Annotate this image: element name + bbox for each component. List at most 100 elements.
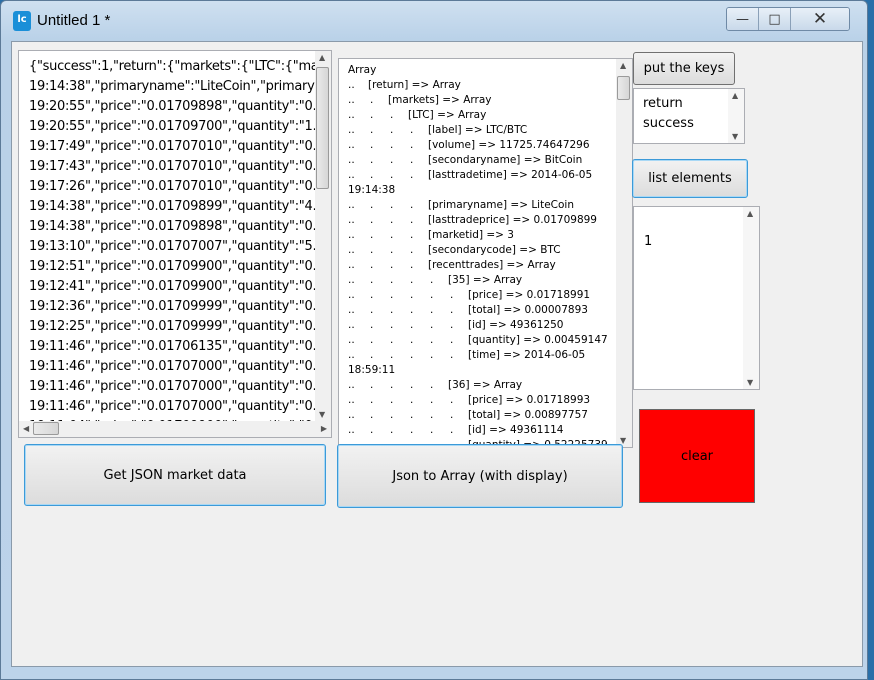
indent-dots: .: [430, 424, 434, 436]
indent-dots: .: [450, 349, 454, 361]
array-line: [quantity] => 0.00459147: [468, 334, 608, 346]
scroll-down-icon[interactable]: ▼: [732, 132, 738, 141]
indent-dots: ..: [348, 79, 355, 91]
title-bar[interactable]: lc Untitled 1 * — □ ✕: [1, 1, 869, 39]
maximize-button[interactable]: □: [759, 8, 791, 30]
indent-dots: .: [450, 394, 454, 406]
array-line: 19:14:38: [348, 184, 396, 196]
indent-dots: ..: [348, 304, 355, 316]
indent-dots: .: [370, 394, 374, 406]
scroll-down-icon[interactable]: ▼: [747, 378, 753, 387]
array-line: [volume] => 11725.74647296: [428, 139, 590, 151]
indent-dots: .: [430, 289, 434, 301]
indent-dots: .: [410, 199, 414, 211]
json-horizontal-scrollbar[interactable]: ◀ ▶: [19, 421, 331, 437]
json-line: 19:17:43","price":"0.01707010","quantity…: [29, 159, 319, 174]
indent-dots: .: [430, 319, 434, 331]
indent-dots: .: [390, 139, 394, 151]
indent-dots: .: [390, 214, 394, 226]
get-json-market-data-button[interactable]: Get JSON market data: [24, 444, 326, 506]
array-line: Array: [348, 64, 377, 76]
indent-dots: ..: [348, 319, 355, 331]
keys-list-field[interactable]: return success ▲ ▼: [633, 88, 745, 144]
scroll-thumb[interactable]: [316, 67, 329, 189]
indent-dots: .: [390, 289, 394, 301]
elements-scrollbar[interactable]: ▲ ▼: [743, 207, 759, 389]
indent-dots: .: [390, 199, 394, 211]
scroll-up-icon[interactable]: ▲: [747, 209, 753, 218]
indent-dots: .: [370, 289, 374, 301]
array-vertical-scrollbar[interactable]: ▲ ▼: [616, 59, 632, 447]
array-line: [id] => 49361250: [468, 319, 564, 331]
indent-dots: ..: [348, 334, 355, 346]
indent-dots: .: [430, 274, 434, 286]
scroll-up-icon[interactable]: ▲: [732, 91, 738, 100]
json-line: 19:11:46","price":"0.01707000","quantity…: [29, 399, 319, 414]
array-line: [lasttradetime] => 2014-06-05: [428, 169, 593, 181]
scroll-right-icon[interactable]: ▶: [321, 424, 327, 433]
indent-dots: ..: [348, 139, 355, 151]
indent-dots: .: [370, 349, 374, 361]
json-line: 19:20:55","price":"0.01709898","quantity…: [29, 99, 319, 114]
indent-dots: ..: [348, 379, 355, 391]
close-button[interactable]: ✕: [791, 8, 849, 30]
clear-button[interactable]: clear: [639, 409, 755, 503]
put-the-keys-button[interactable]: put the keys: [633, 52, 735, 85]
array-line: [id] => 49361114: [468, 424, 564, 436]
json-line: 19:20:55","price":"0.01709700","quantity…: [29, 119, 319, 134]
indent-dots: .: [370, 274, 374, 286]
indent-dots: .: [370, 109, 374, 121]
indent-dots: .: [370, 259, 374, 271]
indent-dots: .: [370, 304, 374, 316]
indent-dots: .: [410, 244, 414, 256]
array-line: [recenttrades] => Array: [428, 259, 556, 271]
indent-dots: .: [390, 349, 394, 361]
indent-dots: .: [410, 154, 414, 166]
list-elements-button[interactable]: list elements: [632, 159, 748, 198]
indent-dots: ..: [348, 124, 355, 136]
key-item[interactable]: return: [643, 96, 683, 111]
keys-scrollbar[interactable]: ▲ ▼: [728, 89, 744, 143]
indent-dots: ..: [348, 424, 355, 436]
scroll-left-icon[interactable]: ◀: [23, 424, 29, 433]
json-line: 19:11:46","price":"0.01706135","quantity…: [29, 339, 319, 354]
indent-dots: .: [370, 229, 374, 241]
indent-dots: .: [410, 349, 414, 361]
elements-field[interactable]: 1 ▲ ▼: [633, 206, 760, 390]
scroll-down-icon[interactable]: ▼: [319, 410, 325, 419]
indent-dots: .: [430, 394, 434, 406]
indent-dots: .: [390, 304, 394, 316]
json-line: 19:12:36","price":"0.01709999","quantity…: [29, 299, 319, 314]
scroll-thumb[interactable]: [617, 76, 630, 100]
scroll-up-icon[interactable]: ▲: [319, 53, 325, 62]
indent-dots: .: [430, 349, 434, 361]
indent-dots: .: [410, 334, 414, 346]
json-to-array-button[interactable]: Json to Array (with display): [337, 444, 623, 508]
json-text-field[interactable]: 19:11:04","price":"0.01709900","quantity…: [18, 50, 332, 438]
indent-dots: ..: [348, 199, 355, 211]
indent-dots: ..: [348, 94, 355, 106]
array-line: 18:59:11: [348, 364, 396, 376]
indent-dots: .: [410, 229, 414, 241]
key-item[interactable]: success: [643, 116, 694, 131]
array-line: [marketid] => 3: [428, 229, 514, 241]
indent-dots: .: [370, 379, 374, 391]
indent-dots: ..: [348, 259, 355, 271]
json-line: 19:12:41","price":"0.01709900","quantity…: [29, 279, 319, 294]
json-line: 19:14:38","primaryname":"LiteCoin","prim…: [29, 79, 319, 94]
array-display-field[interactable]: [quantity] => 0.52225739.......[id] => 4…: [338, 58, 633, 448]
indent-dots: .: [430, 409, 434, 421]
minimize-button[interactable]: —: [727, 8, 759, 30]
indent-dots: .: [410, 259, 414, 271]
indent-dots: .: [370, 244, 374, 256]
json-line: 19:11:46","price":"0.01707000","quantity…: [29, 379, 319, 394]
json-line: 19:13:10","price":"0.01707007","quantity…: [29, 239, 319, 254]
json-vertical-scrollbar[interactable]: ▲ ▼: [315, 51, 331, 421]
indent-dots: .: [370, 124, 374, 136]
indent-dots: .: [370, 169, 374, 181]
indent-dots: .: [390, 154, 394, 166]
indent-dots: .: [390, 274, 394, 286]
scroll-up-icon[interactable]: ▲: [620, 61, 626, 70]
hscroll-thumb[interactable]: [33, 422, 59, 435]
indent-dots: .: [450, 334, 454, 346]
